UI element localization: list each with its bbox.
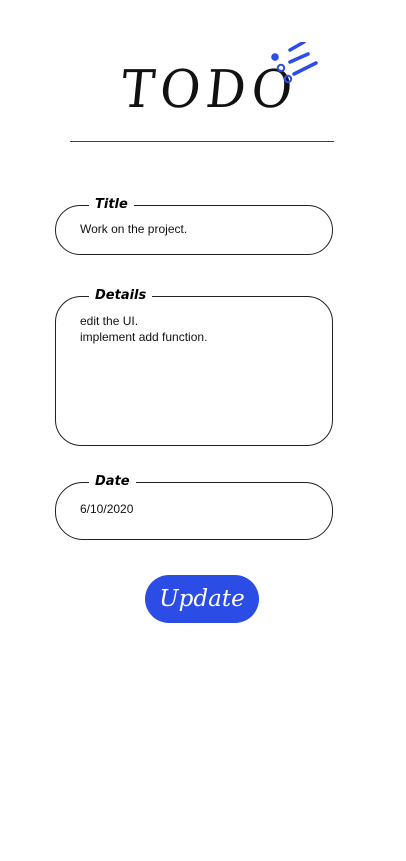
app-logo: TODO bbox=[118, 42, 320, 124]
title-input[interactable]: Work on the project. bbox=[80, 221, 187, 237]
date-fieldset: Date 6/10/2020 bbox=[55, 473, 333, 540]
details-label: Details bbox=[89, 287, 153, 305]
update-button[interactable]: Update bbox=[145, 575, 259, 623]
header-divider bbox=[70, 141, 334, 142]
details-textarea[interactable]: edit the UI. implement add function. bbox=[80, 313, 320, 345]
date-input[interactable]: 6/10/2020 bbox=[80, 501, 133, 517]
title-fieldset: Title Work on the project. bbox=[55, 196, 333, 255]
title-label: Title bbox=[89, 196, 134, 214]
details-fieldset: Details edit the UI. implement add funct… bbox=[55, 287, 333, 446]
date-label: Date bbox=[89, 473, 136, 491]
todo-list-icon bbox=[271, 42, 318, 84]
